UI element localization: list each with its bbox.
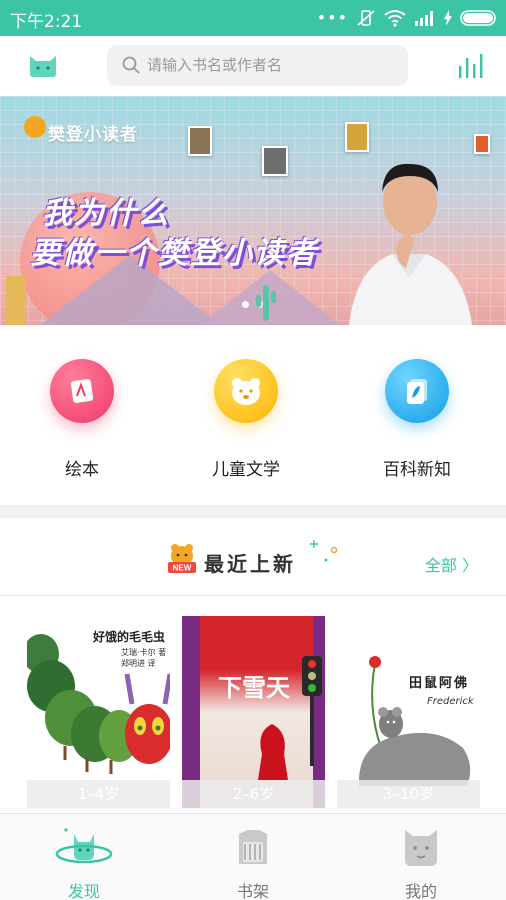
tower-decoration [6, 276, 26, 325]
red-figure-illustration [258, 724, 288, 780]
status-time: 下午2:21 [10, 12, 83, 32]
traffic-light-illustration [302, 656, 322, 766]
profile-icon [405, 830, 437, 866]
floating-book-image [474, 134, 490, 154]
bottom-tab-bar: 发现 书架 我的 [0, 813, 506, 900]
category-picture-book[interactable]: 绘本 [22, 359, 142, 480]
book-age: 2–6岁 [182, 780, 325, 808]
book-card[interactable]: 田鼠阿佛 Frederick 3–10岁 [337, 616, 480, 808]
category-encyclopedia[interactable]: 百科新知 [357, 359, 477, 480]
cat-logo-icon[interactable] [28, 52, 58, 78]
recent-section: NEW 最近上新 全部 〉 好饿的毛毛虫 艾瑞·卡尔 著 郑明进 译 1–4岁 … [0, 518, 506, 813]
picture-book-icon [70, 379, 94, 403]
book-card[interactable]: 好饿的毛毛虫 艾瑞·卡尔 著 郑明进 译 1–4岁 [27, 616, 170, 808]
charging-icon [444, 9, 452, 26]
tab-label: 我的 [404, 882, 437, 900]
signal-icon [415, 10, 433, 26]
discover-planet-icon [55, 828, 113, 864]
pagination-dot[interactable] [242, 301, 249, 308]
vibrate-off-icon [357, 9, 375, 26]
promo-banner[interactable]: 樊登小读者 我为什么 要做一个樊登小读者 [0, 96, 506, 325]
wifi-icon [384, 9, 406, 27]
book-age: 1–4岁 [27, 780, 170, 808]
recent-header: NEW 最近上新 全部 〉 [0, 518, 506, 596]
book-age: 3–10岁 [337, 780, 480, 808]
encyclopedia-icon [407, 379, 427, 404]
tab-profile[interactable]: 我的 [361, 824, 481, 900]
floating-book-image [345, 122, 369, 152]
bear-logo-icon [24, 116, 46, 138]
banner-headline-2: 要做一个樊登小读者 [30, 236, 318, 271]
more-dots-icon: ••• [316, 8, 348, 27]
cactus-decoration [256, 285, 276, 321]
search-icon [122, 56, 140, 74]
bear-face-icon [232, 378, 260, 405]
new-bear-icon: NEW [168, 544, 196, 573]
search-input[interactable] [147, 53, 397, 77]
presenter-photo [349, 163, 472, 325]
tab-discover[interactable]: 发现 [24, 824, 144, 900]
tab-label: 发现 [67, 882, 100, 900]
floating-book-image [188, 126, 212, 156]
floating-book-image [262, 146, 288, 176]
category-label: 儿童文学 [212, 460, 280, 480]
category-label: 百科新知 [383, 460, 451, 480]
bookshelf-icon [239, 830, 267, 864]
banner-brand: 樊登小读者 [48, 125, 138, 145]
new-badge: NEW [173, 564, 192, 573]
category-section: 绘本 儿童文学 百科新知 [0, 325, 506, 505]
category-children-literature[interactable]: 儿童文学 [186, 359, 306, 480]
tab-label: 书架 [236, 882, 269, 900]
book-row: 好饿的毛毛虫 艾瑞·卡尔 著 郑明进 译 1–4岁 下雪天 2–6岁 田鼠阿佛 … [0, 616, 506, 808]
ranking-chart-icon[interactable] [458, 54, 486, 78]
top-header [0, 36, 506, 96]
battery-icon [460, 9, 496, 26]
book-cover-title: 下雪天 [218, 674, 290, 702]
search-bar[interactable] [107, 45, 408, 86]
sparkle-decoration [310, 540, 338, 562]
recent-title: 最近上新 [204, 552, 296, 576]
category-label: 绘本 [65, 460, 99, 480]
tab-bookshelf[interactable]: 书架 [193, 824, 313, 900]
book-card[interactable]: 下雪天 2–6岁 [182, 616, 325, 808]
view-all-link[interactable]: 全部 〉 [425, 552, 478, 576]
status-bar: 下午2:21 ••• [0, 0, 506, 36]
banner-headline-1: 我为什么 [42, 196, 170, 231]
